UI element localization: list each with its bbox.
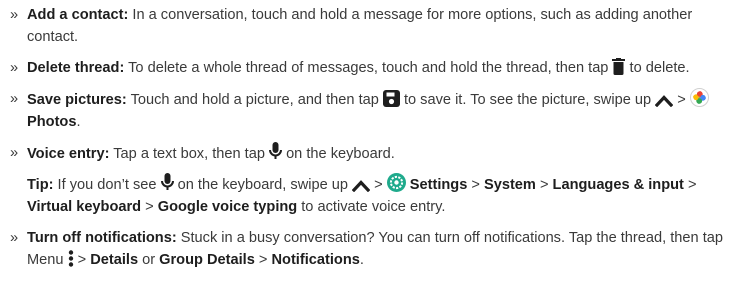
photos-icon xyxy=(689,88,709,107)
item-title: Add a contact: xyxy=(27,7,129,23)
tip-text: > xyxy=(370,177,387,193)
microphone-icon xyxy=(269,142,283,161)
item-text: . xyxy=(76,114,81,130)
tip-text: on the keyboard, swipe up xyxy=(173,177,353,193)
google-voice-typing-label: Google voice typing xyxy=(157,199,298,215)
group-details-label: Group Details xyxy=(159,252,255,268)
item-text: to delete. xyxy=(625,60,690,76)
settings-label: Settings xyxy=(409,177,468,193)
system-label: System xyxy=(483,177,536,193)
item-text: to save it. To see the picture, swipe up xyxy=(399,92,656,108)
list-item-save-pictures: » Save pictures: Touch and hold a pictur… xyxy=(10,88,732,133)
tip-text: > xyxy=(141,199,158,215)
item-text: > xyxy=(73,252,91,268)
save-icon xyxy=(382,90,400,107)
chevron-up-icon xyxy=(352,179,371,192)
item-text: Touch and hold a picture, and then tap xyxy=(126,92,383,108)
languages-label: Languages & input xyxy=(552,177,684,193)
tip-text: > xyxy=(535,177,553,193)
item-text: on the keyboard. xyxy=(282,146,395,162)
bullet: » xyxy=(10,145,19,161)
list-item-add-contact: » Add a contact: In a conversation, touc… xyxy=(10,4,732,48)
item-title: Save pictures: xyxy=(27,92,127,108)
list-item-voice-entry: » Voice entry: Tap a text box, then tap … xyxy=(10,142,732,165)
tip-text: If you don’t see xyxy=(53,177,161,193)
bullet: » xyxy=(10,60,19,76)
item-title: Voice entry: xyxy=(27,146,110,162)
item-title: Delete thread: xyxy=(27,60,125,76)
notifications-label: Notifications xyxy=(271,252,360,268)
item-text: > xyxy=(254,252,272,268)
help-page: » Add a contact: In a conversation, touc… xyxy=(0,0,740,303)
item-text: > xyxy=(673,92,690,108)
settings-icon xyxy=(386,173,406,192)
item-text: Tap a text box, then tap xyxy=(109,146,270,162)
bullet: » xyxy=(10,91,19,107)
tip-text: > xyxy=(467,177,484,193)
trash-icon xyxy=(612,58,626,75)
tip-title: Tip: xyxy=(27,177,54,193)
bullet: » xyxy=(10,7,19,23)
item-text: To delete a whole thread of messages, to… xyxy=(124,60,613,76)
item-title: Turn off notifications: xyxy=(27,230,177,246)
photos-label: Photos xyxy=(27,114,77,130)
list-item-turn-off-notifications: » Turn off notifications: Stuck in a bus… xyxy=(10,227,732,271)
bullet: » xyxy=(10,230,19,246)
microphone-icon xyxy=(160,173,174,192)
tip-paragraph: Tip: If you don’t see on the keyboard, s… xyxy=(10,173,732,218)
virtual-keyboard-label: Virtual keyboard xyxy=(27,199,142,215)
chevron-up-icon xyxy=(655,94,674,107)
details-label: Details xyxy=(90,252,139,268)
list-item-delete-thread: » Delete thread: To delete a whole threa… xyxy=(10,57,732,79)
item-text: . xyxy=(359,252,364,268)
item-text: or xyxy=(138,252,160,268)
tip-text: > xyxy=(683,177,697,193)
tip-text: to activate voice entry. xyxy=(297,199,446,215)
